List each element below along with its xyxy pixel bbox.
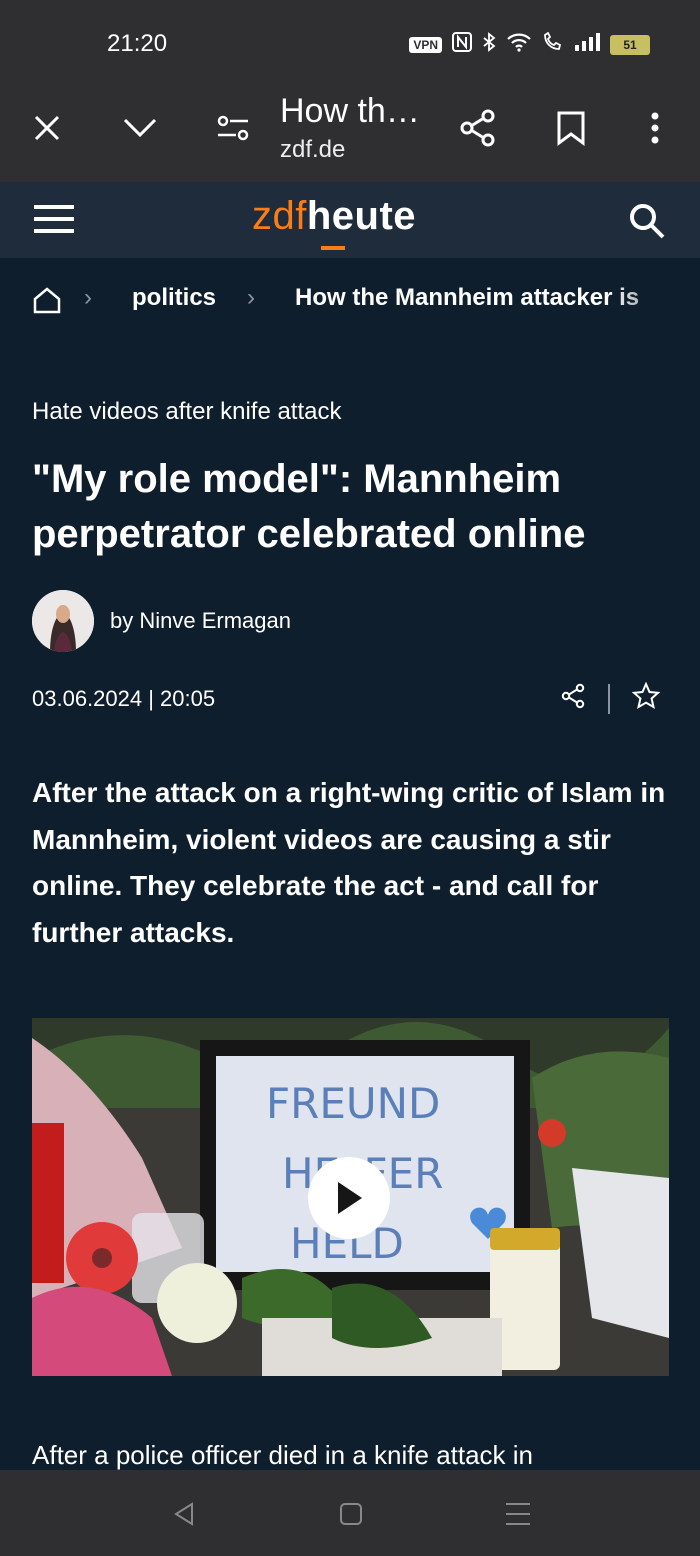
battery-icon: 51 [610,34,650,55]
tab-domain[interactable]: zdf.de [280,136,345,164]
bluetooth-icon [482,32,496,57]
nfc-icon [452,32,472,57]
home-button-icon[interactable] [331,1496,371,1532]
more-icon[interactable] [633,106,677,150]
status-bar: 21:20 VPN 51 [0,0,700,88]
breadcrumb-politics[interactable]: politics [132,284,216,312]
close-icon[interactable] [25,106,69,150]
logo-underline [321,246,345,250]
browser-toolbar: How th… zdf.de [0,88,700,182]
sign-text-line-1: FREUND [266,1079,440,1128]
share-icon[interactable] [456,106,500,150]
back-icon[interactable] [164,1496,204,1532]
site-header: zdfheute [0,182,700,258]
logo-zdf: zdf [252,194,307,238]
article-body: After a police officer died in a knife a… [32,1440,534,1470]
play-icon [338,1182,362,1214]
tab-title[interactable]: How th… [280,92,420,131]
wifi-icon [506,32,532,57]
avatar [32,590,94,652]
menu-icon[interactable] [34,204,74,239]
article-video[interactable]: FREUND HELFER HELD [32,1018,669,1376]
article-kicker: Hate videos after knife attack [32,398,342,425]
chevron-right-icon: › [84,284,92,311]
breadcrumb-fade [610,270,700,330]
status-time: 21:20 [107,30,168,57]
author-row[interactable]: by Ninve Ermagan [32,590,291,652]
divider [608,683,610,714]
article-date: 03.06.2024 | 20:05 [32,686,216,711]
zdfheute-logo[interactable]: zdfheute [252,194,417,250]
chevron-down-icon[interactable] [118,106,162,150]
home-icon[interactable] [32,286,62,319]
system-navigation-bar [0,1470,700,1556]
share-icon[interactable] [560,683,586,714]
chevron-right-icon: › [247,284,255,311]
logo-heute: heute [306,194,417,238]
article-actions [560,681,661,715]
wifi-calling-icon [542,31,564,57]
article-lead: After the attack on a right-wing critic … [32,777,666,948]
article-headline: "My role model": Mannheim perpetrator ce… [32,457,586,556]
status-icons: VPN 51 [409,31,650,57]
recents-icon[interactable] [498,1496,538,1532]
play-button[interactable] [308,1157,390,1239]
vpn-badge: VPN [409,36,442,53]
page-settings-icon[interactable] [211,106,255,150]
bookmark-icon[interactable] [549,106,593,150]
breadcrumb-current: How the Mannheim attacker is [295,284,640,311]
signal-icon [574,32,600,57]
search-icon[interactable] [628,202,666,245]
author-name[interactable]: by Ninve Ermagan [110,608,291,634]
star-icon[interactable] [631,681,661,715]
breadcrumb: › politics › How the Mannheim attacker i… [0,270,700,330]
